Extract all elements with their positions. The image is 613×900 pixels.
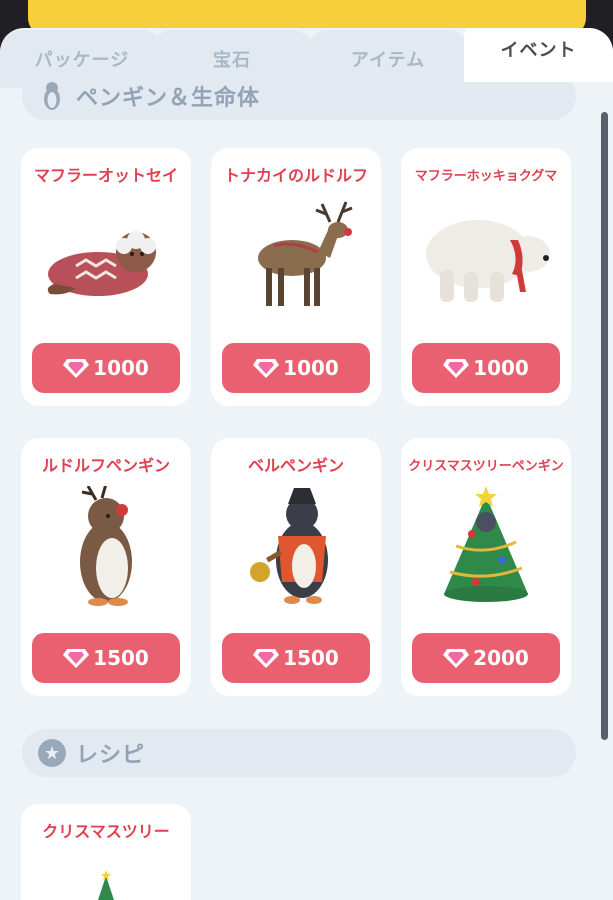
section-header-recipes: ★ レシピ <box>22 729 576 777</box>
buy-button[interactable]: 1500 <box>32 633 180 683</box>
polar-bear-with-scarf-icon <box>416 196 556 316</box>
gem-icon <box>63 359 90 378</box>
item-card[interactable]: マフラーホッキョクグマ 1000 <box>401 148 571 406</box>
price-label: 1000 <box>473 356 529 380</box>
gem-icon <box>443 359 470 378</box>
shop-panel: パッケージ 宝石 アイテム イベント ペンギン＆生命体 マフラーオットセイ 10… <box>0 28 613 900</box>
reindeer-icon <box>226 196 366 316</box>
scrollbar[interactable] <box>601 112 608 740</box>
christmas-tree-penguin-icon <box>416 486 556 606</box>
price-label: 1000 <box>283 356 339 380</box>
christmas-tree-icon <box>96 870 116 900</box>
gem-icon <box>63 649 90 668</box>
gem-icon <box>253 649 280 668</box>
seal-in-sweater-icon <box>36 196 176 316</box>
gem-icon <box>443 649 470 668</box>
item-card[interactable]: トナカイのルドルフ 1000 <box>211 148 381 406</box>
price-label: 1500 <box>93 646 149 670</box>
item-name: クリスマスツリーペンギン <box>408 459 564 474</box>
item-name: マフラーホッキョクグマ <box>414 169 558 184</box>
item-card[interactable]: ベルペンギン 1500 <box>211 438 381 696</box>
item-name: ルドルフペンギン <box>41 456 170 475</box>
buy-button[interactable]: 1000 <box>412 343 560 393</box>
buy-button[interactable]: 2000 <box>412 633 560 683</box>
section-title: レシピ <box>76 743 146 768</box>
star-badge-icon: ★ <box>36 737 68 769</box>
gem-icon <box>253 359 280 378</box>
buy-button[interactable]: 1500 <box>222 633 370 683</box>
item-card[interactable]: クリスマスツリーペンギン 2000 <box>401 438 571 696</box>
price-label: 2000 <box>473 646 529 670</box>
item-name: クリスマスツリー <box>42 822 170 841</box>
reindeer-penguin-icon <box>36 483 176 606</box>
item-card[interactable]: クリスマスツリー <box>21 804 191 900</box>
price-label: 1000 <box>93 356 149 380</box>
tab-event[interactable]: イベント <box>464 28 613 82</box>
bell-penguin-icon <box>226 486 366 606</box>
buy-button[interactable]: 1000 <box>32 343 180 393</box>
item-card[interactable]: マフラーオットセイ 1000 <box>21 148 191 406</box>
penguin-icon <box>36 80 68 112</box>
item-name: マフラーオットセイ <box>33 166 178 185</box>
buy-button[interactable]: 1000 <box>222 343 370 393</box>
item-name: トナカイのルドルフ <box>223 166 368 185</box>
section-title: ペンギン＆生命体 <box>76 86 261 111</box>
price-label: 1500 <box>283 646 339 670</box>
item-name: ベルペンギン <box>247 456 344 475</box>
item-card[interactable]: ルドルフペンギン 1500 <box>21 438 191 696</box>
